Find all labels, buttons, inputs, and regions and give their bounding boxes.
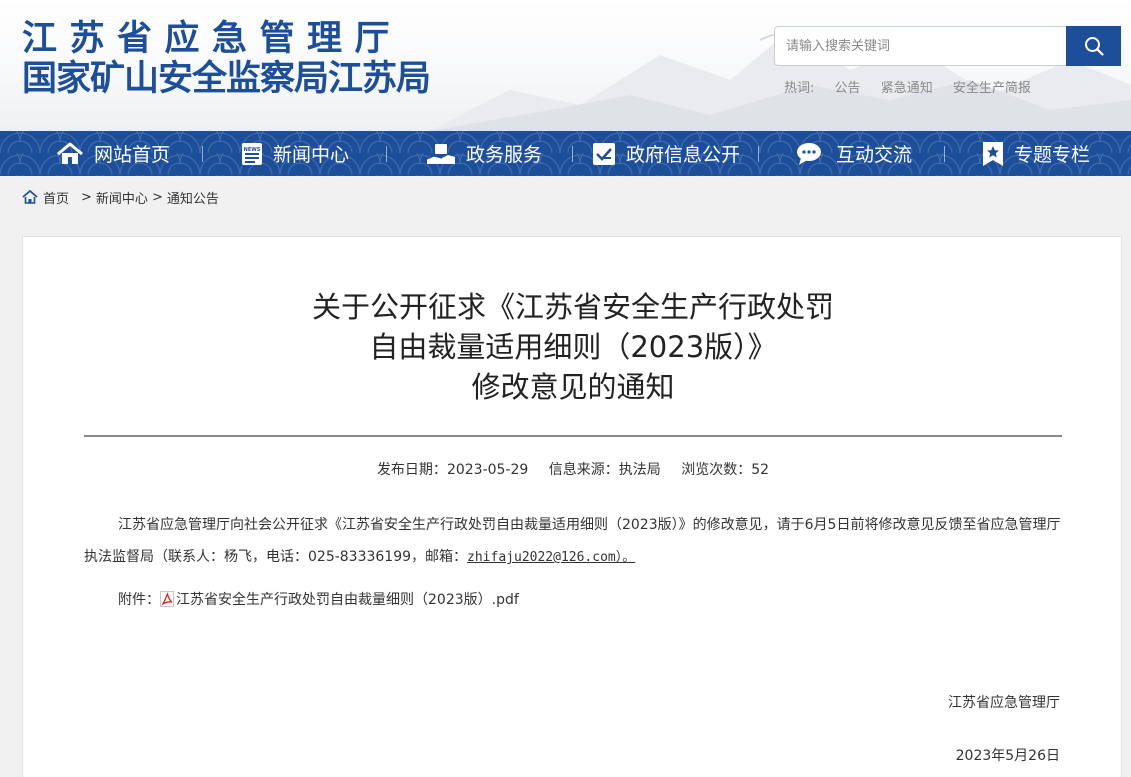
info-disclosure-icon bbox=[593, 142, 615, 165]
breadcrumb: 首页 > 新闻中心 > 通知公告 bbox=[22, 187, 219, 207]
hot-words-label: 热词: bbox=[784, 81, 815, 96]
hot-word-link[interactable]: 安全生产简报 bbox=[953, 81, 1031, 96]
site-header: 江苏省应急管理厅 国家矿山安全监察局江苏局 热词: 公告 紧急通知 安全生产简报 bbox=[0, 0, 1131, 131]
hot-words: 热词: 公告 紧急通知 安全生产简报 bbox=[784, 77, 1047, 96]
home-icon bbox=[57, 142, 83, 164]
view-count-value: 52 bbox=[751, 462, 770, 478]
article-title: 关于公开征求《江苏省安全生产行政处罚 自由裁量适用细则（2023版）》 修改意见… bbox=[23, 287, 1123, 407]
nav-divider bbox=[758, 146, 759, 162]
article-body: 江苏省应急管理厅向社会公开征求《江苏省安全生产行政处罚自由裁量适用细则（2023… bbox=[84, 509, 1062, 574]
nav-info-disclosure[interactable]: 政府信息公开 bbox=[592, 131, 740, 176]
nav-divider bbox=[572, 146, 573, 162]
title-divider bbox=[84, 435, 1062, 437]
publish-date: 发布日期：2023-05-29 bbox=[377, 462, 528, 478]
email-link[interactable]: zhifaju2022@126.com）。 bbox=[467, 550, 635, 565]
breadcrumb-news-center[interactable]: 新闻中心 bbox=[96, 188, 148, 207]
breadcrumb-home[interactable]: 首页 bbox=[43, 188, 69, 207]
nav-home[interactable]: 网站首页 bbox=[56, 131, 170, 176]
nav-news[interactable]: NEWS 新闻中心 bbox=[241, 131, 349, 176]
nav-label: 专题专栏 bbox=[1014, 144, 1091, 166]
search-input[interactable] bbox=[775, 27, 1067, 65]
nav-special-topics[interactable]: 专题专栏 bbox=[982, 131, 1090, 176]
search-button[interactable] bbox=[1066, 26, 1121, 66]
breadcrumb-separator: > bbox=[151, 189, 163, 205]
attachment-label: 附件： bbox=[118, 592, 160, 608]
breadcrumb-separator: > bbox=[81, 189, 92, 205]
nav-service[interactable]: 政务服务 bbox=[426, 131, 542, 176]
home-icon bbox=[22, 190, 38, 204]
chat-icon bbox=[797, 142, 821, 165]
title-line: 自由裁量适用细则（2023版）》 bbox=[369, 330, 777, 364]
title-line: 关于公开征求《江苏省安全生产行政处罚 bbox=[311, 290, 834, 324]
view-count: 浏览次数：52 bbox=[681, 462, 769, 478]
nav-divider bbox=[202, 146, 203, 162]
nav-interaction[interactable]: 互动交流 bbox=[796, 131, 912, 176]
news-icon: NEWS bbox=[242, 142, 262, 165]
nav-divider bbox=[386, 146, 387, 162]
org-name-line2[interactable]: 国家矿山安全监察局江苏局 bbox=[22, 50, 431, 101]
article-panel: 关于公开征求《江苏省安全生产行政处罚 自由裁量适用细则（2023版）》 修改意见… bbox=[22, 236, 1122, 777]
nav-divider bbox=[944, 146, 945, 162]
search-icon bbox=[1084, 37, 1104, 56]
publish-date-label: 发布日期： bbox=[376, 462, 447, 478]
breadcrumb-notices[interactable]: 通知公告 bbox=[167, 188, 219, 207]
title-line: 修改意见的通知 bbox=[471, 370, 675, 404]
hot-word-link[interactable]: 紧急通知 bbox=[881, 81, 933, 96]
svg-text:NEWS: NEWS bbox=[244, 147, 261, 153]
info-source-label: 信息来源： bbox=[548, 462, 619, 478]
article-meta: 发布日期：2023-05-29 信息来源：执法局 浏览次数：52 bbox=[23, 459, 1123, 479]
attachment-link[interactable]: 江苏省安全生产行政处罚自由裁量细则（2023版）.pdf bbox=[160, 589, 519, 609]
attachment-row: 附件： 江苏省安全生产行政处罚自由裁量细则（2023版）.pdf bbox=[118, 589, 519, 609]
view-count-label: 浏览次数： bbox=[681, 462, 752, 478]
nav-label: 政府信息公开 bbox=[626, 144, 741, 166]
nav-label: 互动交流 bbox=[836, 144, 913, 166]
nav-label: 政务服务 bbox=[466, 144, 543, 166]
sign-date: 2023年5月26日 bbox=[955, 748, 1060, 764]
nav-label: 网站首页 bbox=[94, 144, 171, 166]
pdf-icon bbox=[160, 591, 174, 607]
publish-date-value: 2023-05-29 bbox=[446, 462, 529, 478]
info-source-value: 执法局 bbox=[618, 462, 661, 478]
info-source: 信息来源：执法局 bbox=[549, 462, 661, 478]
hot-word-link[interactable]: 公告 bbox=[835, 81, 861, 96]
signature: 江苏省应急管理厅 bbox=[948, 695, 1060, 711]
main-nav: 网站首页 NEWS 新闻中心 政务服务 政府信息公开 互动交流 专题专栏 bbox=[0, 131, 1131, 176]
nav-label: 新闻中心 bbox=[273, 144, 350, 166]
attachment-filename: 江苏省安全生产行政处罚自由裁量细则（2023版）.pdf bbox=[176, 592, 519, 608]
search-box bbox=[774, 26, 1121, 66]
service-icon bbox=[426, 143, 455, 164]
bookmark-star-icon bbox=[983, 141, 1003, 166]
